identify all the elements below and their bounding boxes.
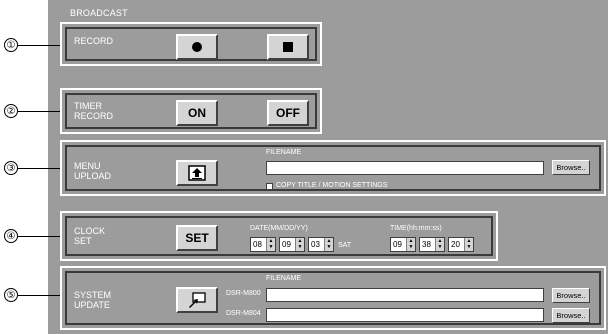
callout-2: ② xyxy=(4,104,18,118)
dsr-m800-browse-button[interactable]: Browse.. xyxy=(552,288,590,303)
spinner-arrows-icon[interactable]: ▲ ▼ xyxy=(266,238,275,251)
year-value: 03 xyxy=(311,240,320,249)
time-label: TIME(hh:mm:ss) xyxy=(390,225,442,232)
callout-line-1 xyxy=(18,45,60,46)
dsr-m804-browse-button[interactable]: Browse.. xyxy=(552,308,590,323)
menu-upload-button[interactable] xyxy=(176,160,218,186)
callout-line-4 xyxy=(18,236,60,237)
callout-line-2 xyxy=(18,111,60,112)
model-dsr-m804-label: DSR-M804 xyxy=(226,310,261,317)
stop-square-icon xyxy=(283,42,293,52)
timer-off-button[interactable]: OFF xyxy=(267,100,309,126)
timer-group: TIMER RECORD ON OFF xyxy=(60,88,322,134)
system-update-label: SYSTEM UPDATE xyxy=(74,290,112,310)
copy-settings-label: COPY TITLE / MOTION SETTINGS xyxy=(276,182,388,189)
spinner-arrows-icon[interactable]: ▲ ▼ xyxy=(435,238,444,251)
system-update-group: SYSTEM UPDATE FILENAME DSR-M800 Browse..… xyxy=(60,266,606,330)
callout-3: ③ xyxy=(4,161,18,175)
day-value: 09 xyxy=(282,240,291,249)
record-label: RECORD xyxy=(74,36,114,46)
menu-upload-group: MENU UPLOAD FILENAME Browse.. COPY TITLE… xyxy=(60,140,606,196)
clock-set-label: CLOCK SET xyxy=(74,226,106,246)
callout-5: ⑤ xyxy=(4,288,18,302)
hour-value: 09 xyxy=(393,240,402,249)
weekday-label: SAT xyxy=(338,242,352,249)
callout-line-5 xyxy=(18,295,60,296)
year-spinner[interactable]: 03 ▲ ▼ xyxy=(308,237,334,252)
spinner-arrows-icon[interactable]: ▲ ▼ xyxy=(406,238,415,251)
menu-upload-label: MENU UPLOAD xyxy=(74,161,112,181)
clock-set-group: CLOCK SET SET DATE(MM/DD/YY) 08 ▲ ▼ 09 ▲ ▼ 0… xyxy=(60,211,498,261)
record-button[interactable] xyxy=(176,34,218,60)
model-dsr-m800-label: DSR-M800 xyxy=(226,290,261,297)
update-icon xyxy=(189,292,206,308)
record-dot-icon xyxy=(192,42,202,52)
record-group: RECORD xyxy=(60,22,322,66)
menu-filename-label: FILENAME xyxy=(266,149,302,156)
clock-set-button[interactable]: SET xyxy=(176,225,218,251)
callout-1: ① xyxy=(4,38,18,52)
upload-icon xyxy=(188,165,206,181)
callout-line-3 xyxy=(18,168,60,169)
second-value: 20 xyxy=(451,240,460,249)
second-spinner[interactable]: 20 ▲ ▼ xyxy=(448,237,474,252)
copy-settings-checkbox[interactable] xyxy=(266,183,273,190)
day-spinner[interactable]: 09 ▲ ▼ xyxy=(279,237,305,252)
month-spinner[interactable]: 08 ▲ ▼ xyxy=(250,237,276,252)
hour-spinner[interactable]: 09 ▲ ▼ xyxy=(390,237,416,252)
timer-record-label: TIMER RECORD xyxy=(74,101,114,121)
stop-button[interactable] xyxy=(267,34,309,60)
dsr-m804-filename-input[interactable] xyxy=(266,308,544,322)
spinner-arrows-icon[interactable]: ▲ ▼ xyxy=(324,238,333,251)
date-label: DATE(MM/DD/YY) xyxy=(250,225,308,232)
spinner-arrows-icon[interactable]: ▲ ▼ xyxy=(295,238,304,251)
minute-value: 38 xyxy=(422,240,431,249)
dsr-m800-filename-input[interactable] xyxy=(266,288,544,302)
system-filename-label: FILENAME xyxy=(266,275,302,282)
timer-on-button[interactable]: ON xyxy=(176,100,218,126)
page-title: BROADCAST xyxy=(70,8,128,18)
callout-4: ④ xyxy=(4,229,18,243)
spinner-arrows-icon[interactable]: ▲ ▼ xyxy=(464,238,473,251)
month-value: 08 xyxy=(253,240,262,249)
menu-browse-button[interactable]: Browse.. xyxy=(552,160,590,175)
minute-spinner[interactable]: 38 ▲ ▼ xyxy=(419,237,445,252)
menu-filename-input[interactable] xyxy=(266,161,544,175)
system-update-button[interactable] xyxy=(176,287,218,313)
